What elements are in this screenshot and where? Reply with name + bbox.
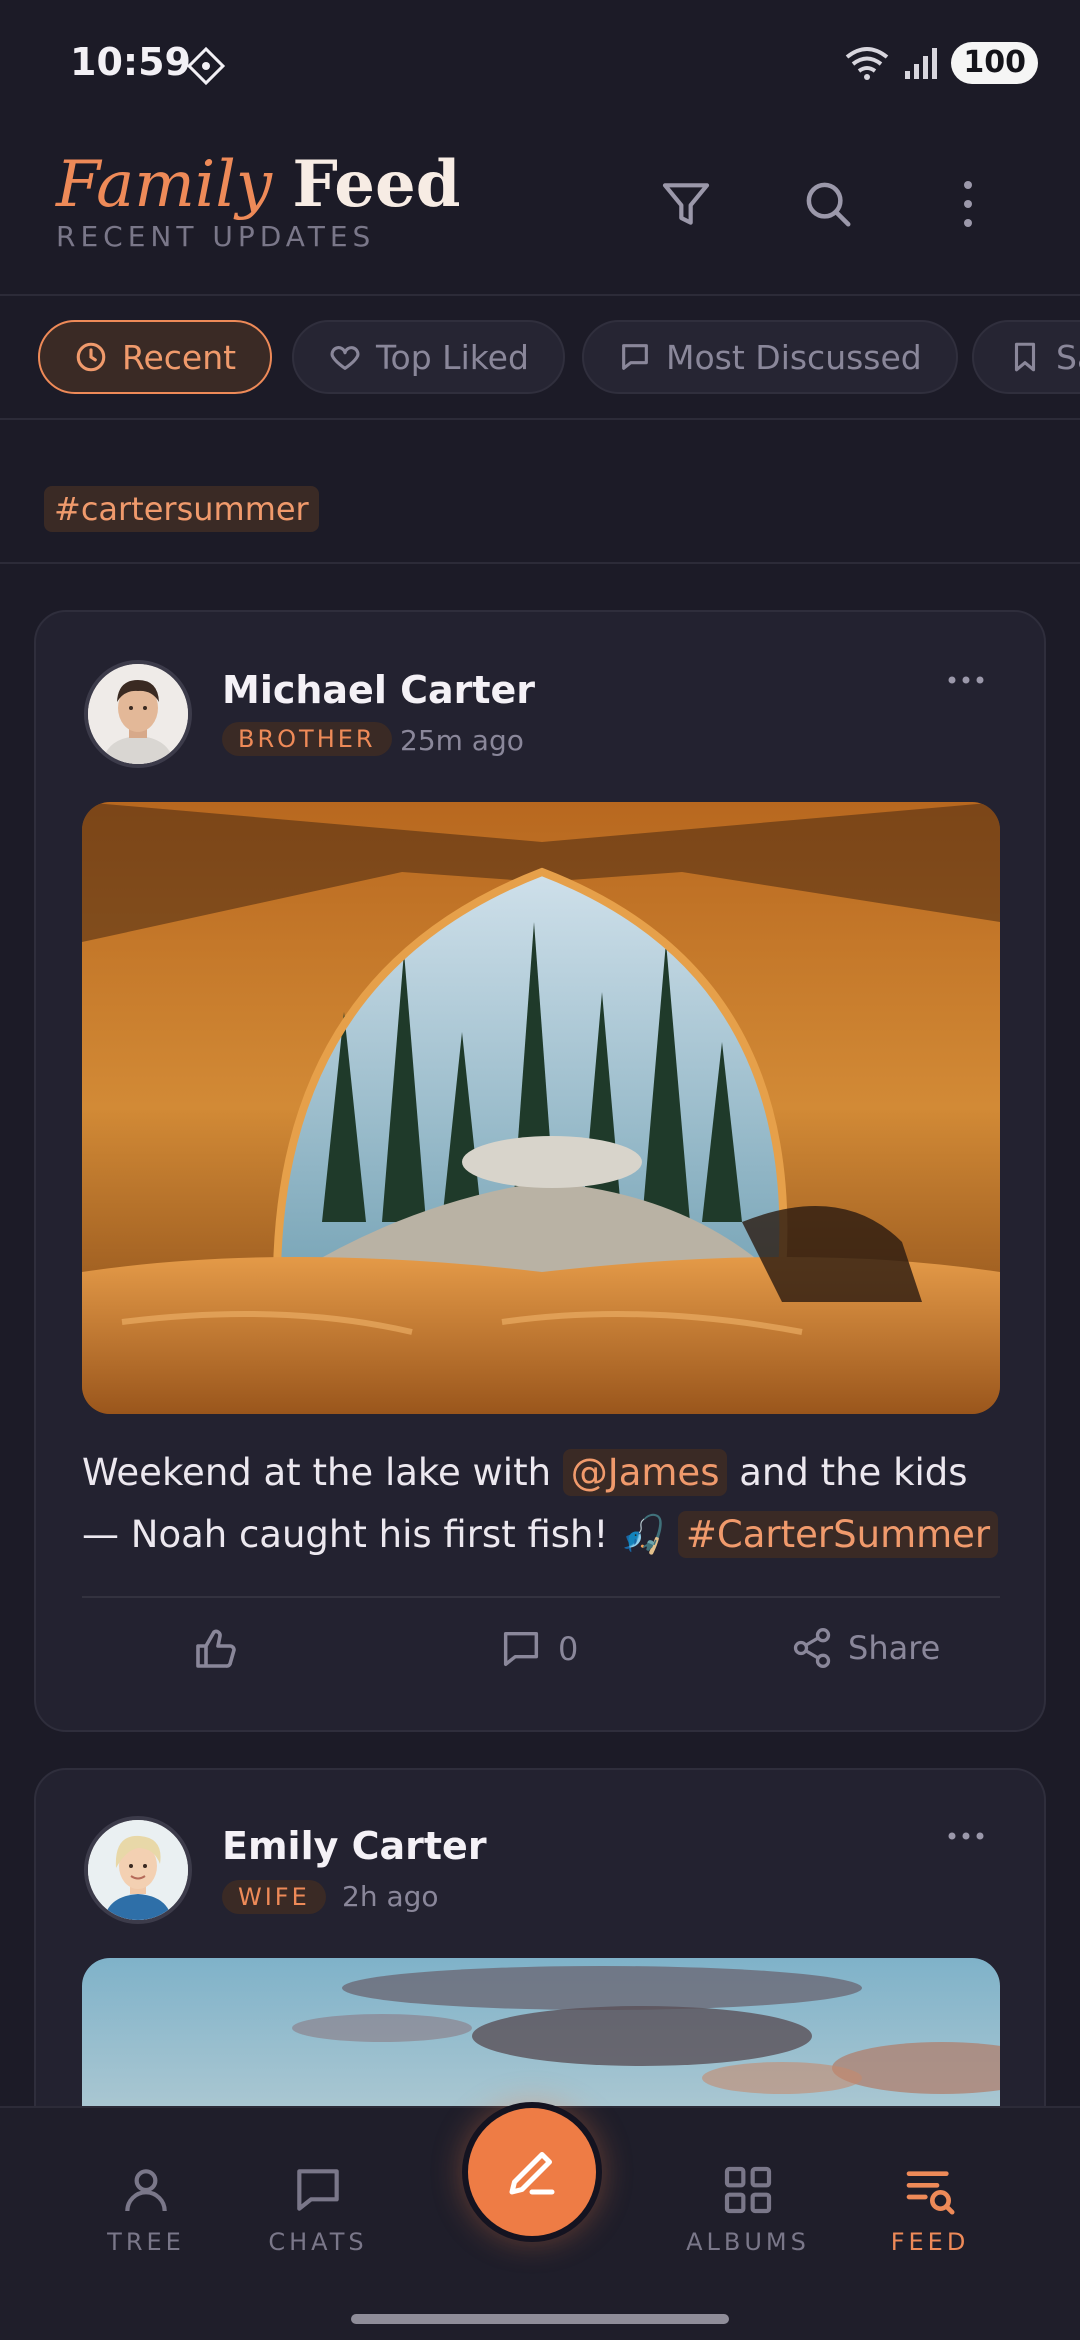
home-indicator[interactable]: [351, 2314, 729, 2324]
filter-chip-label: Most Discussed: [666, 337, 922, 377]
post-photo[interactable]: [82, 802, 1000, 1414]
thumbs-up-icon: [196, 1629, 236, 1668]
nav-tree[interactable]: TREE: [66, 2162, 226, 2256]
page-title: Family Feed: [56, 147, 461, 222]
pencil-icon: [509, 2152, 555, 2195]
nav-label: ALBUMS: [686, 2228, 810, 2256]
nav-label: CHATS: [268, 2228, 368, 2256]
filter-chip-saved[interactable]: Sa: [972, 320, 1080, 394]
feed-search-icon: [906, 2171, 955, 2215]
comment-icon: [503, 1631, 539, 1667]
filter-chip-top-liked[interactable]: Top Liked: [292, 320, 565, 394]
chat-icon: [297, 2169, 339, 2211]
comment-button[interactable]: 0: [498, 1626, 578, 1672]
comment-icon: [622, 344, 648, 370]
compose-post-button[interactable]: [462, 2102, 602, 2242]
filter-chip-most-discussed[interactable]: Most Discussed: [582, 320, 958, 394]
overflow-menu-button[interactable]: [936, 172, 1000, 236]
post-caption: Weekend at the lake with @James and the …: [82, 1442, 1012, 1566]
share-button[interactable]: Share: [790, 1626, 940, 1670]
signal-icon: [905, 48, 938, 79]
system-notification-icon: [186, 46, 226, 86]
wifi-icon: [846, 47, 889, 80]
woman-portrait-avatar: [88, 1820, 188, 1920]
post-timestamp: 25m ago: [400, 724, 524, 757]
battery-indicator: 100: [951, 42, 1038, 84]
author-name[interactable]: Emily Carter: [222, 1824, 487, 1868]
filter-icon: [662, 183, 710, 225]
hashtag-link[interactable]: #CarterSummer: [677, 1511, 999, 1558]
clock-icon: [76, 342, 106, 372]
relation-badge: WIFE: [222, 1880, 326, 1914]
filter-chip-label: Sa: [1056, 337, 1080, 377]
filter-chip-label: Recent: [122, 337, 237, 377]
nav-chats[interactable]: CHATS: [238, 2162, 398, 2256]
mention-link[interactable]: @James: [562, 1449, 728, 1496]
status-indicators: 100: [843, 42, 1038, 84]
more-horizontal-icon[interactable]: [944, 1826, 988, 1846]
relation-badge: BROTHER: [222, 722, 392, 756]
post-timestamp: 2h ago: [342, 1880, 439, 1913]
page-subtitle: RECENT UPDATES: [56, 220, 376, 253]
divider: [82, 1596, 1000, 1598]
nav-label: TREE: [107, 2228, 185, 2256]
title-part-feed: Feed: [292, 147, 461, 222]
filter-chip-label: Top Liked: [376, 337, 529, 377]
caption-text: Weekend at the lake with: [82, 1451, 563, 1494]
search-icon: [806, 182, 851, 227]
nav-albums[interactable]: ALBUMS: [668, 2162, 828, 2256]
man-portrait-avatar: [88, 664, 188, 764]
author-name[interactable]: Michael Carter: [222, 668, 535, 712]
status-bar: 10:59 100: [0, 0, 1080, 120]
avatar[interactable]: [84, 1816, 192, 1924]
comment-count: 0: [558, 1630, 579, 1668]
post-card: Michael Carter BROTHER 25m ago Weekend a…: [34, 610, 1046, 1732]
tent-lake-view-photo: [82, 802, 1000, 1414]
filter-button[interactable]: [654, 172, 718, 236]
share-icon: [793, 1628, 831, 1668]
nav-label: FEED: [890, 2228, 970, 2256]
search-button[interactable]: [796, 172, 860, 236]
more-vertical-icon: [964, 181, 972, 227]
grid-icon: [724, 2166, 772, 2214]
avatar[interactable]: [84, 660, 192, 768]
title-part-family: Family: [56, 148, 272, 222]
active-tag-row: #cartersummer: [0, 420, 1080, 564]
status-time: 10:59: [70, 40, 191, 84]
like-button[interactable]: [192, 1626, 240, 1674]
nav-feed[interactable]: FEED: [850, 2162, 1010, 2256]
more-horizontal-icon[interactable]: [944, 670, 988, 690]
filter-chip-recent[interactable]: Recent: [38, 320, 273, 394]
heart-icon: [330, 346, 360, 370]
bookmark-icon: [1014, 342, 1036, 372]
person-icon: [125, 2169, 167, 2212]
sort-filter-bar: Recent Top Liked Most Discussed Sa: [0, 296, 1080, 420]
active-hashtag-chip[interactable]: #cartersummer: [44, 486, 319, 532]
app-header: Family Feed RECENT UPDATES: [0, 120, 1080, 296]
share-label: Share: [848, 1629, 941, 1667]
